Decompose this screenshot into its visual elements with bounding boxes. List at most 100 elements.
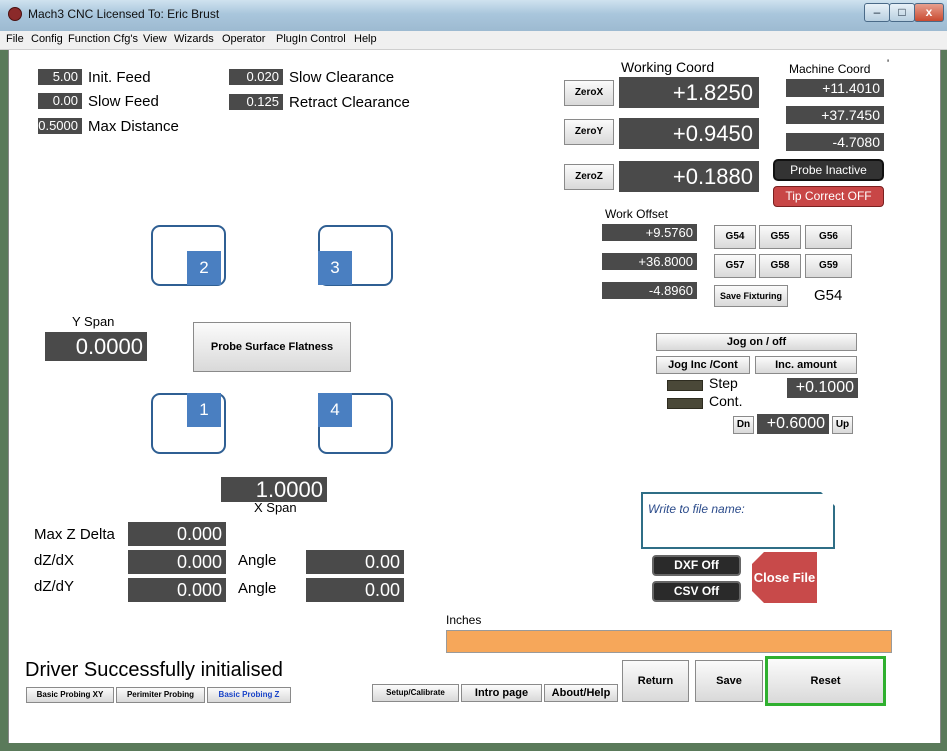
probe-corner-top-left: 2: [151, 225, 226, 286]
retract-clearance-label: Retract Clearance: [289, 94, 410, 111]
menu-config[interactable]: Config: [31, 33, 63, 45]
menu-help[interactable]: Help: [354, 33, 377, 45]
max-z-delta-label: Max Z Delta: [34, 526, 115, 543]
about-help-button[interactable]: About/Help: [544, 684, 618, 702]
x-span-label: X Span: [254, 500, 297, 515]
max-distance-label: Max Distance: [88, 118, 179, 135]
max-z-delta-dro: 0.000: [128, 522, 226, 546]
x-span-dro[interactable]: 1.0000: [221, 477, 327, 502]
dzdx-dro: 0.000: [128, 550, 226, 574]
dxf-toggle-button[interactable]: DXF Off: [652, 555, 741, 576]
probe-point-4: 4: [318, 393, 352, 427]
probe-corner-top-right: 3: [318, 225, 393, 286]
working-x-dro[interactable]: +1.8250: [619, 77, 759, 108]
machine-y-dro: +37.7450: [786, 106, 884, 124]
working-z-dro[interactable]: +0.1880: [619, 161, 759, 192]
work-offset-z-dro[interactable]: -4.8960: [602, 282, 697, 299]
machine-z-dro: -4.7080: [786, 133, 884, 151]
jog-feed-dro[interactable]: +0.6000: [757, 414, 829, 434]
init-feed-label: Init. Feed: [88, 69, 151, 86]
zero-z-button[interactable]: ZeroZ: [564, 164, 614, 190]
working-coord-title: Working Coord: [621, 59, 715, 75]
progress-bar: [446, 630, 892, 653]
init-feed-field[interactable]: 5.00: [38, 69, 82, 85]
menu-operator[interactable]: Operator: [222, 33, 265, 45]
dzdy-label: dZ/dY: [34, 578, 75, 595]
title-bar: Mach3 CNC Licensed To: Eric Brust – □ x: [0, 0, 947, 31]
dzdy-dro: 0.000: [128, 578, 226, 602]
work-offset-title: Work Offset: [605, 207, 668, 221]
g57-button[interactable]: G57: [714, 254, 756, 278]
probe-surface-flatness-button[interactable]: Probe Surface Flatness: [193, 322, 351, 372]
g55-button[interactable]: G55: [759, 225, 801, 249]
jog-inc-cont-button[interactable]: Jog Inc /Cont: [656, 356, 750, 374]
probe-status-indicator: Probe Inactive: [773, 159, 884, 181]
close-file-button[interactable]: Close File: [752, 552, 817, 603]
probe-point-1: 1: [187, 393, 221, 427]
save-fixturing-button[interactable]: Save Fixturing: [714, 285, 788, 307]
jog-down-button[interactable]: Dn: [733, 416, 754, 434]
current-fixture-label: G54: [814, 287, 843, 304]
slow-clearance-label: Slow Clearance: [289, 69, 395, 86]
inc-amount-button[interactable]: Inc. amount: [755, 356, 857, 374]
return-button[interactable]: Return: [622, 660, 689, 702]
work-offset-y-dro[interactable]: +36.8000: [602, 253, 697, 270]
app-icon[interactable]: [8, 7, 22, 21]
cont-label: Cont.: [709, 393, 743, 409]
slow-feed-label: Slow Feed: [88, 93, 159, 110]
dzdx-angle-dro: 0.00: [306, 550, 404, 574]
max-distance-field[interactable]: 0.5000: [38, 118, 82, 134]
window-title: Mach3 CNC Licensed To: Eric Brust: [28, 7, 220, 21]
menu-file[interactable]: File: [6, 33, 24, 45]
slow-clearance-field[interactable]: 0.020: [229, 69, 283, 85]
dzdy-angle-dro: 0.00: [306, 578, 404, 602]
intro-page-button[interactable]: Intro page: [461, 684, 542, 702]
menu-plugin-control[interactable]: PlugIn Control: [276, 33, 346, 45]
jog-toggle-button[interactable]: Jog on / off: [656, 333, 857, 351]
y-span-label: Y Span: [72, 314, 115, 329]
menu-wizards[interactable]: Wizards: [174, 33, 214, 45]
retract-clearance-field[interactable]: 0.125: [229, 94, 283, 110]
probe-corner-bottom-right: 4: [318, 393, 393, 454]
file-name-placeholder: Write to file name:: [648, 502, 745, 516]
g58-button[interactable]: G58: [759, 254, 801, 278]
work-offset-x-dro[interactable]: +9.5760: [602, 224, 697, 241]
jog-up-button[interactable]: Up: [832, 416, 853, 434]
close-button[interactable]: x: [914, 3, 944, 22]
g56-button[interactable]: G56: [805, 225, 852, 249]
working-y-dro[interactable]: +0.9450: [619, 118, 759, 149]
wizard-screen: 5.00 Init. Feed 0.00 Slow Feed 0.5000 Ma…: [8, 50, 941, 743]
machine-coord-mark: ': [887, 58, 890, 70]
units-label: Inches: [446, 613, 482, 627]
tab-basic-probing-xy[interactable]: Basic Probing XY: [26, 687, 114, 703]
maximize-button[interactable]: □: [889, 3, 915, 22]
zero-x-button[interactable]: ZeroX: [564, 80, 614, 106]
y-span-dro[interactable]: 0.0000: [45, 332, 147, 361]
tab-basic-probing-z[interactable]: Basic Probing Z: [207, 687, 291, 703]
minimize-button[interactable]: –: [864, 3, 890, 22]
csv-toggle-button[interactable]: CSV Off: [652, 581, 741, 602]
inc-amount-dro[interactable]: +0.1000: [787, 378, 858, 398]
setup-calibrate-button[interactable]: Setup/Calibrate: [372, 684, 459, 702]
machine-coord-title: Machine Coord: [789, 62, 871, 76]
dzdy-angle-label: Angle: [238, 580, 277, 597]
probe-point-2: 2: [187, 251, 221, 285]
menu-view[interactable]: View: [143, 33, 167, 45]
reset-button[interactable]: Reset: [765, 656, 886, 706]
status-message: Driver Successfully initialised: [25, 659, 283, 681]
save-button[interactable]: Save: [695, 660, 763, 702]
probe-point-3: 3: [318, 251, 352, 285]
step-label: Step: [709, 375, 738, 391]
g59-button[interactable]: G59: [805, 254, 852, 278]
probe-corner-bottom-left: 1: [151, 393, 226, 454]
menu-function-cfgs[interactable]: Function Cfg's: [68, 33, 138, 45]
slow-feed-field[interactable]: 0.00: [38, 93, 82, 109]
dzdx-angle-label: Angle: [238, 552, 277, 569]
tab-perimiter-probing[interactable]: Perimiter Probing: [116, 687, 205, 703]
tip-correct-button[interactable]: Tip Correct OFF: [773, 186, 884, 207]
file-name-input[interactable]: Write to file name:: [641, 492, 835, 549]
machine-x-dro: +11.4010: [786, 79, 884, 97]
step-led: [667, 380, 703, 391]
zero-y-button[interactable]: ZeroY: [564, 119, 614, 145]
g54-button[interactable]: G54: [714, 225, 756, 249]
